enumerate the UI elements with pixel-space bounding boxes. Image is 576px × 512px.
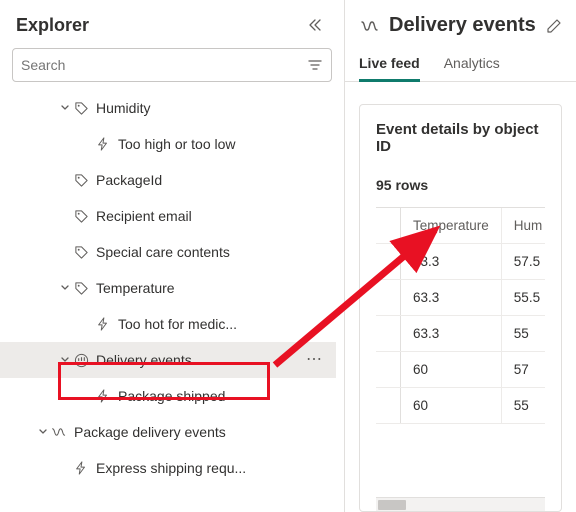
filter-icon[interactable] <box>307 57 323 73</box>
tree-node-label: Package delivery events <box>74 424 328 440</box>
tree-node[interactable]: Temperature <box>0 270 336 306</box>
table-row[interactable]: 63.355.5 <box>376 280 545 316</box>
tag-icon <box>72 209 90 224</box>
tree-node-label: Recipient email <box>96 208 328 224</box>
tree-node-label: Humidity <box>96 100 328 116</box>
tab-live-feed[interactable]: Live feed <box>359 45 420 81</box>
table-row[interactable]: 6057 <box>376 352 545 388</box>
tabs: Live feed Analytics <box>345 45 576 82</box>
tag-icon <box>72 245 90 260</box>
explorer-title: Explorer <box>16 15 89 36</box>
bolt-icon <box>72 461 90 475</box>
search-input[interactable] <box>21 57 307 73</box>
tag-icon <box>72 281 90 296</box>
table-cell: 63.3 <box>401 316 502 352</box>
column-header[interactable]: Temperature <box>401 208 502 244</box>
table-cell: 55.5 <box>501 280 545 316</box>
tree-node[interactable]: Express shipping requ... <box>0 450 336 486</box>
tree-node-label: PackageId <box>96 172 328 188</box>
table-cell: 57 <box>501 352 545 388</box>
tree-node[interactable]: Delivery events⋯ <box>0 342 336 378</box>
tree-node[interactable]: Package delivery events <box>0 414 336 450</box>
table-cell: 63.3 <box>401 280 502 316</box>
tree-node-label: Express shipping requ... <box>96 460 328 476</box>
page-title: Delivery events <box>389 14 536 37</box>
edit-icon[interactable] <box>546 18 562 34</box>
tree-node[interactable]: Too hot for medic... <box>0 306 336 342</box>
card-title: Event details by object ID <box>376 121 545 155</box>
tree-node[interactable]: PackageId <box>0 162 336 198</box>
search-box[interactable] <box>12 48 332 82</box>
tree-node[interactable]: Package shipped <box>0 378 336 414</box>
tree-node-label: Special care contents <box>96 244 328 260</box>
row-count: 95 rows <box>376 177 545 193</box>
flow-icon <box>359 16 379 36</box>
explorer-tree: Humidity Too high or too low PackageId Reci… <box>0 90 336 512</box>
tree-node[interactable]: Special care contents <box>0 234 336 270</box>
tree-node[interactable]: Humidity <box>0 90 336 126</box>
flow-icon <box>50 424 68 440</box>
tree-node[interactable]: Recipient email <box>0 198 336 234</box>
table-cell: 55 <box>501 316 545 352</box>
chevron-double-left-icon <box>307 17 323 33</box>
table-row[interactable]: 63.357.5 <box>376 244 545 280</box>
tree-node-label: Package shipped <box>118 388 328 404</box>
horizontal-scrollbar[interactable] <box>376 497 545 511</box>
chevron-down-icon[interactable] <box>58 283 72 293</box>
table-row[interactable]: 6055 <box>376 388 545 424</box>
collapse-panel-button[interactable] <box>302 12 328 38</box>
stream-icon <box>72 353 90 368</box>
more-options-button[interactable]: ⋯ <box>300 352 328 368</box>
table-cell: 60 <box>401 352 502 388</box>
table-cell <box>376 388 401 424</box>
chevron-down-icon[interactable] <box>58 355 72 365</box>
chevron-down-icon[interactable] <box>36 427 50 437</box>
table-cell: 57.5 <box>501 244 545 280</box>
detail-panel: Delivery events Live feed Analytics Even… <box>345 0 576 512</box>
table-cell <box>376 316 401 352</box>
explorer-panel: Explorer Humidity Too high or too low Pack… <box>0 0 345 512</box>
tree-node-label: Delivery events <box>96 352 300 368</box>
tree-node-label: Too hot for medic... <box>118 316 328 332</box>
bolt-icon <box>94 137 112 151</box>
chevron-down-icon[interactable] <box>58 103 72 113</box>
table-cell: 55 <box>501 388 545 424</box>
table-cell <box>376 244 401 280</box>
table-cell <box>376 352 401 388</box>
data-table: TemperatureHum 63.357.563.355.563.355605… <box>376 208 545 424</box>
tag-icon <box>72 101 90 116</box>
table-row[interactable]: 63.355 <box>376 316 545 352</box>
table-cell: 63.3 <box>401 244 502 280</box>
table-cell <box>376 280 401 316</box>
bolt-icon <box>94 389 112 403</box>
event-details-card: Event details by object ID 95 rows Tempe… <box>359 104 562 512</box>
tree-node-label: Too high or too low <box>118 136 328 152</box>
tree-node-label: Temperature <box>96 280 328 296</box>
tab-analytics[interactable]: Analytics <box>444 45 500 81</box>
column-header[interactable]: Hum <box>501 208 545 244</box>
tag-icon <box>72 173 90 188</box>
column-header[interactable] <box>376 208 401 244</box>
table-cell: 60 <box>401 388 502 424</box>
tree-node[interactable]: Too high or too low <box>0 126 336 162</box>
bolt-icon <box>94 317 112 331</box>
